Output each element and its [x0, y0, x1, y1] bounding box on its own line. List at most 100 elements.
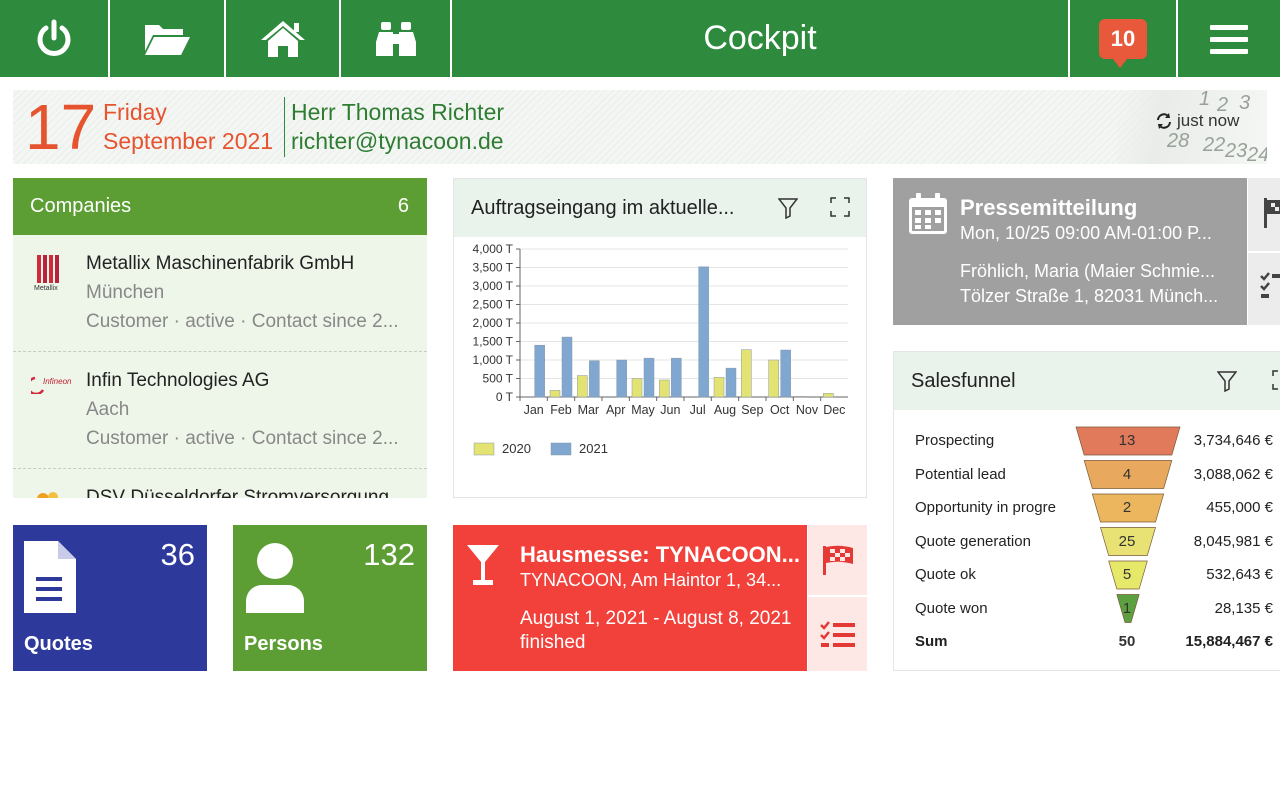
- salesfunnel-card: Salesfunnel Prospecting 13 3,734,646 € P…: [893, 351, 1280, 671]
- persons-label: Persons: [244, 633, 323, 655]
- companies-header[interactable]: Companies 6: [13, 178, 427, 235]
- funnel-stage-count: 25: [1118, 533, 1136, 550]
- bar-2021: [725, 367, 737, 398]
- legend-swatch: [550, 442, 572, 456]
- funnel-row[interactable]: Quote generation 25 8,045,981 €: [894, 526, 1280, 556]
- fullscreen-icon[interactable]: [1272, 370, 1280, 390]
- order-intake-chart-card: Auftragseingang im aktuelle... 0 T 500 T 1…: [453, 178, 867, 498]
- x-tick-label: May: [631, 403, 655, 417]
- power-button[interactable]: [0, 0, 108, 77]
- top-bar: Cockpit 10: [0, 0, 1280, 77]
- folder-open-icon: [145, 24, 190, 55]
- funnel-stage-label: Quote generation: [915, 533, 1031, 550]
- persons-tile[interactable]: 132 Persons: [233, 525, 427, 671]
- bar-2021: [780, 349, 791, 398]
- company-city: Aach: [86, 399, 130, 420]
- menu-button[interactable]: [1178, 0, 1280, 77]
- y-tick-label: 500 T: [483, 372, 514, 386]
- cocktail-glass-icon: [467, 545, 499, 585]
- bar-2020: [823, 393, 834, 398]
- company-list-item[interactable]: Metallix Maschinenfabrik GmbH München Cu…: [13, 235, 427, 352]
- filter-icon[interactable]: [1217, 370, 1237, 392]
- funnel-stage-count: 5: [1122, 566, 1132, 583]
- funnel-row[interactable]: Quote won 1 28,135 €: [894, 593, 1280, 623]
- funnel-stage-value: 8,045,981 €: [1193, 533, 1273, 550]
- funnel-row[interactable]: Quote ok 5 532,643 €: [894, 559, 1280, 589]
- date-weekday: Friday: [103, 99, 167, 125]
- x-tick-label: Jul: [690, 403, 706, 417]
- funnel-stage-value: 532,643 €: [1206, 566, 1273, 583]
- checklist-icon[interactable]: [1260, 272, 1280, 300]
- quotes-tile[interactable]: 36 Quotes: [13, 525, 207, 671]
- x-tick-label: Oct: [770, 403, 790, 417]
- refresh-time: just now: [1177, 111, 1240, 130]
- funnel-stage-value: 28,135 €: [1214, 600, 1273, 617]
- y-tick-label: 2,000 T: [473, 316, 514, 330]
- funnel-row[interactable]: Opportunity in progre 2 455,000 €: [894, 492, 1280, 522]
- bar-2020: [795, 396, 807, 398]
- event-card[interactable]: Hausmesse: TYNACOON... TYNACOON, Am Hain…: [453, 525, 807, 671]
- y-tick-label: 1,500 T: [473, 335, 514, 349]
- company-name: Infin Technologies AG: [86, 370, 270, 391]
- funnel-sum-row: Sum 50 15,884,467 €: [894, 626, 1280, 656]
- funnel-stage-count: 13: [1118, 432, 1136, 449]
- home-button[interactable]: [226, 0, 339, 77]
- y-tick-label: 0 T: [496, 390, 514, 404]
- y-tick-label: 3,500 T: [473, 261, 514, 275]
- appointment-contact: Fröhlich, Maria (Maier Schmie...: [960, 261, 1216, 281]
- funnel-sum-value: 15,884,467 €: [1185, 633, 1273, 650]
- search-button[interactable]: [341, 0, 450, 77]
- home-icon: [260, 20, 305, 57]
- y-tick-label: 3,000 T: [473, 279, 514, 293]
- company-city: München: [86, 282, 165, 303]
- company-list-item[interactable]: DSV Düsseldorfer Stromversorgung: [13, 469, 427, 498]
- company-meta: Customer · active · Contact since 2...: [86, 311, 399, 332]
- date-day: 17: [25, 91, 97, 163]
- y-tick-label: 4,000 T: [473, 242, 514, 256]
- legend-swatch: [473, 442, 495, 456]
- y-tick-label: 2,500 T: [473, 298, 514, 312]
- bar-chart: 0 T 500 T 1,000 T 1,500 T 2,000 T 2,500 T 3,00…: [473, 242, 848, 456]
- notifications-button[interactable]: 10: [1070, 0, 1176, 77]
- user-name: Herr Thomas Richter: [291, 99, 505, 125]
- divider: [284, 97, 285, 157]
- checkered-flag-icon[interactable]: [1262, 198, 1280, 228]
- company-name: DSV Düsseldorfer Stromversorgung: [86, 487, 390, 498]
- filter-icon[interactable]: [778, 197, 798, 219]
- funnel-row[interactable]: Prospecting 13 3,734,646 €: [894, 425, 1280, 455]
- appointment-card[interactable]: Pressemitteilung Mon, 10/25 09:00 AM-01:…: [893, 178, 1247, 325]
- quotes-label: Quotes: [24, 633, 93, 655]
- company-list-item[interactable]: Infineon Infin Technologies AG Aach Cust…: [13, 352, 427, 469]
- event-location: TYNACOON, Am Haintor 1, 34...: [520, 570, 782, 590]
- funnel-stage-label: Prospecting: [915, 432, 995, 449]
- bar-2021: [534, 344, 545, 398]
- company-logo-text: Infineon: [43, 377, 72, 386]
- bar-2020: [768, 359, 779, 398]
- y-tick-label: 1,000 T: [473, 353, 514, 367]
- x-tick-label: Feb: [550, 403, 572, 417]
- companies-widget: Companies 6 Metallix Maschinenfabrik Gmb…: [13, 178, 427, 498]
- funnel-stage-label: Quote won: [915, 600, 988, 617]
- chart-title: Auftragseingang im aktuelle...: [471, 196, 735, 219]
- notification-badge: 10: [1099, 18, 1147, 68]
- bar-2020: [549, 390, 561, 398]
- event-finish-button[interactable]: [808, 525, 867, 597]
- person-icon: [246, 543, 304, 613]
- checklist-icon: [819, 621, 855, 647]
- salesfunnel-title: Salesfunnel: [911, 369, 1016, 392]
- x-tick-label: Nov: [796, 403, 819, 417]
- folder-button[interactable]: [110, 0, 224, 77]
- funnel-row[interactable]: Potential lead 4 3,088,062 €: [894, 459, 1280, 489]
- fullscreen-icon[interactable]: [830, 197, 850, 217]
- event-tasks-button[interactable]: [808, 599, 867, 671]
- refresh-button[interactable]: just now: [1155, 111, 1239, 131]
- hamburger-menu-icon: [1210, 24, 1248, 54]
- date-text: Friday September 2021: [103, 98, 273, 156]
- funnel-stage-value: 3,088,062 €: [1193, 466, 1273, 483]
- chart-header: Auftragseingang im aktuelle...: [454, 179, 866, 237]
- companies-count: 6: [397, 195, 409, 217]
- funnel-stage-value: 3,734,646 €: [1193, 432, 1273, 449]
- funnel-sum-count: 50: [1118, 633, 1136, 650]
- bar-2020: [713, 377, 725, 398]
- funnel-stage-label: Potential lead: [915, 466, 1006, 483]
